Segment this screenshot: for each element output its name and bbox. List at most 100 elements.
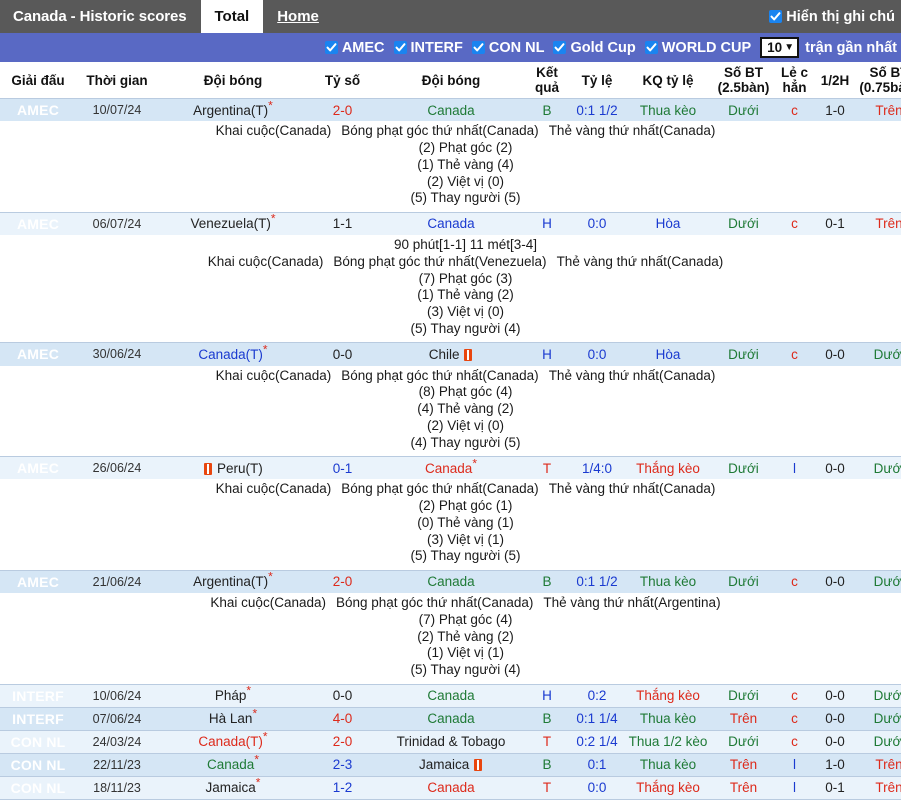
table-row[interactable]: AMEC 06/07/24 Venezuela(T)* 1-1 Canada H 0:0 Hò… [0, 212, 901, 236]
over-under-25: Dưới [711, 212, 776, 236]
col-ou-075[interactable]: Số BT (0.75bàn) [857, 62, 901, 100]
league-badge[interactable]: INTERF [0, 684, 76, 707]
match-score[interactable]: 1-1 [308, 212, 377, 236]
league-badge[interactable]: AMEC [0, 343, 76, 366]
col-result[interactable]: Kết quả [525, 62, 569, 100]
col-odds[interactable]: Tỷ lệ [569, 62, 625, 100]
league-badge[interactable]: INTERF [0, 707, 76, 730]
match-detail-cell: Khai cuộc(Canada) Bóng phạt góc thứ nhất(… [0, 121, 901, 212]
col-score[interactable]: Tỷ số [308, 62, 377, 100]
match-score[interactable]: 2-3 [308, 754, 377, 777]
detail-stat: (3) Việt vị (0) [426, 304, 505, 320]
home-team-cell[interactable]: Venezuela(T)* [158, 213, 308, 236]
match-score[interactable]: 0-0 [308, 684, 377, 707]
match-time: 10/06/24 [76, 684, 158, 707]
detail-stat: (1) Thẻ vàng (4) [417, 156, 514, 172]
home-team-name: Venezuela(T) [190, 216, 271, 232]
filter-con-nl[interactable]: CON NL [471, 40, 544, 56]
table-row[interactable]: INTERF 10/06/24 Pháp* 0-0 Canada H 0:2 Thắng kè… [0, 685, 901, 707]
table-row[interactable]: AMEC 10/07/24 Argentina(T)* 2-0 Canada B 0:1 1… [0, 98, 901, 122]
match-detail-cell: 90 phút[1-1] 11 mét[3-4] Khai cuộc(Canada… [0, 235, 901, 343]
league-badge[interactable]: AMEC [0, 98, 76, 122]
match-score[interactable]: 0-1 [308, 457, 377, 480]
col-odd-even[interactable]: Lẻ c hẳn [776, 62, 813, 100]
over-under-25: Trên [711, 707, 776, 730]
col-home-team[interactable]: Đội bóng [158, 62, 308, 100]
tab-home[interactable]: Home [263, 0, 333, 33]
table-row[interactable]: AMEC 26/06/24 Peru(T) 0-1 Canada* T 1/4:0 Thắn… [0, 457, 901, 480]
away-team-cell[interactable]: Jamaica [377, 754, 525, 777]
away-team-cell[interactable]: Canada [377, 212, 525, 236]
match-score[interactable]: 0-0 [308, 343, 377, 366]
over-under-075: Trên [857, 98, 901, 122]
over-under-075: Dưới [857, 571, 901, 594]
match-count-select[interactable]: 10 ▼ [760, 37, 800, 58]
match-score[interactable]: 2-0 [308, 571, 377, 594]
checkbox-icon[interactable] [324, 41, 338, 54]
table-row[interactable]: INTERF 07/06/24 Hà Lan* 4-0 Canada B 0:1 1/4 Th… [0, 708, 901, 730]
checkbox-icon[interactable] [644, 41, 658, 54]
show-notes-checkbox[interactable] [769, 10, 783, 23]
checkbox-icon[interactable] [471, 41, 485, 54]
away-team-cell[interactable]: Chile [377, 343, 525, 366]
away-team-cell[interactable]: Canada [377, 571, 525, 594]
home-team-cell[interactable]: Argentina(T)* [158, 98, 308, 122]
away-team-cell[interactable]: Canada [377, 777, 525, 800]
handicap-odds: 0:1 1/2 [569, 571, 625, 594]
league-badge[interactable]: AMEC [0, 571, 76, 594]
match-score[interactable]: 4-0 [308, 707, 377, 730]
col-ou-25[interactable]: Số BT (2.5bàn) [711, 62, 776, 100]
league-badge[interactable]: CON NL [0, 754, 76, 777]
home-team-cell[interactable]: Canada(T)* [158, 731, 308, 754]
match-score[interactable]: 1-2 [308, 777, 377, 800]
league-badge[interactable]: AMEC [0, 457, 76, 480]
away-team-name: Canada [427, 711, 475, 727]
home-team-cell[interactable]: Jamaica* [158, 777, 308, 800]
odd-even: l [776, 777, 813, 800]
home-team-cell[interactable]: Canada(T)* [158, 343, 308, 366]
filter-world-cup[interactable]: WORLD CUP [644, 40, 751, 56]
home-team-cell[interactable]: Pháp* [158, 685, 308, 707]
match-detail-block: Khai cuộc(Canada) Bóng phạt góc thứ nhất(… [0, 123, 901, 207]
tab-total[interactable]: Total [200, 0, 264, 33]
col-time[interactable]: Thời gian [76, 62, 158, 100]
away-team-name: Canada [427, 780, 475, 796]
col-league[interactable]: Giải đấu [0, 62, 76, 100]
table-row[interactable]: CON NL 18/11/23 Jamaica* 1-2 Canada T 0:0 Thắng… [0, 777, 901, 800]
filter-interf[interactable]: INTERF [393, 40, 463, 56]
home-team-cell[interactable]: Argentina(T)* [158, 571, 308, 594]
table-row[interactable]: AMEC 21/06/24 Argentina(T)* 2-0 Canada B 0:1 1… [0, 571, 901, 594]
league-filter-bar: AMEC INTERF CON NL Gold Cup WORLD CUP 10… [0, 33, 901, 62]
home-team-cell[interactable]: Peru(T) [158, 457, 308, 480]
over-under-075: Trên [857, 212, 901, 236]
table-row[interactable]: CON NL 24/03/24 Canada(T)* 2-0 Trinidad & To… [0, 730, 901, 754]
col-half-time[interactable]: 1/2H [813, 62, 857, 100]
checkbox-icon[interactable] [553, 41, 567, 54]
table-row[interactable]: CON NL 22/11/23 Canada* 2-3 Jamaica B 0:1 Thua… [0, 754, 901, 777]
match-score[interactable]: 2-0 [308, 98, 377, 122]
checkbox-icon[interactable] [393, 41, 407, 54]
home-team-name: Jamaica [205, 780, 256, 796]
home-team-cell[interactable]: Canada* [158, 754, 308, 777]
detail-first-events: Khai cuộc(Canada) Bóng phạt góc thứ nhất(… [203, 254, 728, 271]
league-badge[interactable]: AMEC [0, 212, 76, 236]
table-header: Giải đấu Thời gian Đội bóng Tỷ số Đội bó… [0, 62, 901, 100]
col-odds-result[interactable]: KQ tỷ lệ [625, 62, 711, 100]
over-under-075: Dưới [857, 457, 901, 480]
league-badge[interactable]: CON NL [0, 730, 76, 754]
filter-gold-cup[interactable]: Gold Cup [553, 40, 636, 56]
col-away-team[interactable]: Đội bóng [377, 62, 525, 100]
half-time-score: 0-0 [813, 571, 857, 594]
away-team-cell[interactable]: Canada [377, 98, 525, 122]
table-row[interactable]: AMEC 30/06/24 Canada(T)* 0-0 Chile H 0:0 Hòa Dư… [0, 343, 901, 366]
over-under-25: Dưới [711, 684, 776, 707]
match-score[interactable]: 2-0 [308, 730, 377, 754]
away-team-cell[interactable]: Canada [377, 707, 525, 730]
home-team-name: Canada(T) [198, 346, 263, 362]
away-team-cell[interactable]: Canada* [377, 457, 525, 480]
filter-amec[interactable]: AMEC [324, 40, 385, 56]
away-team-cell[interactable]: Trinidad & Tobago [377, 730, 525, 754]
home-team-cell[interactable]: Hà Lan* [158, 708, 308, 730]
away-team-cell[interactable]: Canada [377, 684, 525, 707]
league-badge[interactable]: CON NL [0, 777, 76, 800]
